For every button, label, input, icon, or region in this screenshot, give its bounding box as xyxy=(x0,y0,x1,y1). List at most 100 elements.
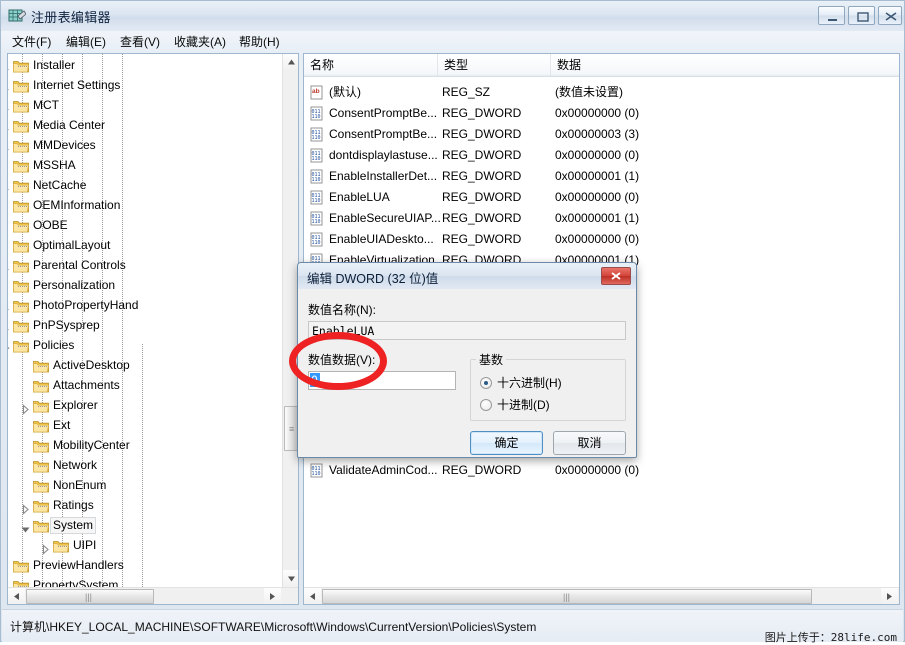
minimize-button[interactable] xyxy=(818,6,845,25)
close-button[interactable] xyxy=(878,6,902,25)
value-data-input[interactable] xyxy=(308,371,456,390)
value-name-cell: ConsentPromptBe... xyxy=(329,103,437,124)
dialog-title: 编辑 DWORD (32 位)值 xyxy=(307,268,438,287)
tree-guide-line xyxy=(18,286,28,287)
scroll-up-arrow[interactable] xyxy=(283,54,299,71)
tree-item-system[interactable]: System xyxy=(50,516,96,536)
radio-hexadecimal-label: 十六进制(H) xyxy=(497,375,562,391)
tree-item-ratings[interactable]: Ratings xyxy=(50,496,97,516)
menu-file[interactable]: 文件(F) xyxy=(9,34,54,50)
tree-item-explorer[interactable]: Explorer xyxy=(50,396,101,416)
tree-item-media-center[interactable]: Media Center xyxy=(30,116,108,136)
table-row[interactable]: 011110EnableInstallerDet...REG_DWORD0x00… xyxy=(304,166,899,187)
table-row[interactable]: 011110ConsentPromptBe...REG_DWORD0x00000… xyxy=(304,124,899,145)
tree-item-label: Internet Settings xyxy=(30,77,123,94)
list-hscrollbar-thumb[interactable]: ||| xyxy=(322,589,812,604)
chevron-down-icon[interactable] xyxy=(20,521,31,532)
tree-item-activedesktop[interactable]: ActiveDesktop xyxy=(50,356,133,376)
value-name-label: 数值名称(N): xyxy=(308,301,376,318)
column-header-data[interactable]: 数据 xyxy=(551,54,899,76)
table-row[interactable]: 011110ValidateAdminCod...REG_DWORD0x0000… xyxy=(304,460,899,481)
tree-item-label: MCT xyxy=(30,97,62,114)
radio-dot-icon xyxy=(480,399,492,411)
tree-guide-line xyxy=(38,506,48,507)
tree-item-personalization[interactable]: Personalization xyxy=(30,276,118,296)
tree-hscrollbar-thumb[interactable]: ||| xyxy=(26,589,154,604)
dialog-close-button[interactable] xyxy=(601,267,631,285)
value-data-cell: 0x00000001 (1) xyxy=(555,208,639,229)
tree-item-photopropertyhand[interactable]: PhotoPropertyHand xyxy=(30,296,141,316)
scroll-down-arrow[interactable] xyxy=(283,570,299,587)
table-row[interactable]: 011110dontdisplaylastuse...REG_DWORD0x00… xyxy=(304,145,899,166)
chevron-right-icon[interactable] xyxy=(20,501,31,512)
list-horizontal-scrollbar[interactable]: ||| xyxy=(304,587,899,605)
registry-tree-panel: InstallerInternet Settings MCT Media Cente… xyxy=(7,53,299,605)
tree-item-installer[interactable]: Installer xyxy=(30,56,78,76)
tree-item-parental-controls[interactable]: Parental Controls xyxy=(30,256,129,276)
table-row[interactable]: ab(默认)REG_SZ(数值未设置) xyxy=(304,82,899,103)
column-header-type[interactable]: 类型 xyxy=(438,54,551,76)
scroll-left-arrow[interactable] xyxy=(8,588,25,605)
tree-item-label: PreviewHandlers xyxy=(30,557,127,574)
tree-item-pnpsysprep[interactable]: PnPSysprep xyxy=(30,316,103,336)
tree-item-oobe[interactable]: OOBE xyxy=(30,216,71,236)
ok-button[interactable]: 确定 xyxy=(470,431,543,455)
scroll-right-arrow[interactable] xyxy=(264,588,281,605)
tree-guide-line xyxy=(18,346,28,347)
menu-edit[interactable]: 编辑(E) xyxy=(63,34,109,50)
menu-favorites[interactable]: 收藏夹(A) xyxy=(171,34,229,50)
tree-horizontal-scrollbar[interactable]: ||| xyxy=(8,587,299,605)
cancel-button[interactable]: 取消 xyxy=(553,431,626,455)
tree-item-internet-settings[interactable]: Internet Settings xyxy=(30,76,123,96)
tree-item-policies[interactable]: Policies xyxy=(30,336,77,356)
table-row[interactable]: 011110EnableUIADeskto...REG_DWORD0x00000… xyxy=(304,229,899,250)
tree-item-oeminformation[interactable]: OEMInformation xyxy=(30,196,123,216)
tree-item-netcache[interactable]: NetCache xyxy=(30,176,89,196)
chevron-right-icon[interactable] xyxy=(8,321,11,332)
scroll-right-arrow[interactable] xyxy=(881,588,898,605)
tree-guide-line xyxy=(18,126,28,127)
value-name-input[interactable]: EnableLUA xyxy=(308,321,626,340)
chevron-down-icon[interactable] xyxy=(8,341,11,352)
dword-value-icon: 011110 xyxy=(310,211,325,226)
column-header-name[interactable]: 名称 xyxy=(304,54,438,76)
maximize-button[interactable] xyxy=(848,6,875,25)
tree-guide-line xyxy=(38,426,48,427)
tree-item-mmdevices[interactable]: MMDevices xyxy=(30,136,99,156)
chevron-right-icon[interactable] xyxy=(8,181,11,192)
chevron-right-icon[interactable] xyxy=(40,541,51,552)
tree-item-attachments[interactable]: Attachments xyxy=(50,376,123,396)
tree-item-mssha[interactable]: MSSHA xyxy=(30,156,79,176)
tree-item-previewhandlers[interactable]: PreviewHandlers xyxy=(30,556,127,576)
chevron-right-icon[interactable] xyxy=(8,301,11,312)
tree-item-network[interactable]: Network xyxy=(50,456,100,476)
tree-item-uipi[interactable]: UIPI xyxy=(70,536,99,556)
tree-item-ext[interactable]: Ext xyxy=(50,416,73,436)
menu-help[interactable]: 帮助(H) xyxy=(236,34,283,50)
chevron-right-icon[interactable] xyxy=(8,81,11,92)
tree-item-propertysystem[interactable]: PropertySystem xyxy=(30,576,121,587)
tree-item-nonenum[interactable]: NonEnum xyxy=(50,476,109,496)
tree-item-mct[interactable]: MCT xyxy=(30,96,62,116)
chevron-right-icon[interactable] xyxy=(8,141,11,152)
chevron-right-icon[interactable] xyxy=(8,261,11,272)
scroll-left-arrow[interactable] xyxy=(304,588,321,605)
table-row[interactable]: 011110ConsentPromptBe...REG_DWORD0x00000… xyxy=(304,103,899,124)
table-row[interactable]: 011110EnableLUAREG_DWORD0x00000000 (0) xyxy=(304,187,899,208)
table-row[interactable]: 011110EnableSecureUIAP...REG_DWORD0x0000… xyxy=(304,208,899,229)
tree-guide-line xyxy=(38,446,48,447)
tree-item-label: Ratings xyxy=(50,497,97,514)
chevron-right-icon[interactable] xyxy=(8,101,11,112)
dword-value-icon: 011110 xyxy=(310,169,325,184)
registry-tree[interactable]: InstallerInternet Settings MCT Media Cente… xyxy=(8,54,282,587)
chevron-right-icon[interactable] xyxy=(8,61,11,72)
tree-guide-line xyxy=(38,366,48,367)
dialog-title-bar: 编辑 DWORD (32 位)值 xyxy=(298,263,636,289)
menu-view[interactable]: 查看(V) xyxy=(117,34,163,50)
chevron-right-icon[interactable] xyxy=(8,121,11,132)
chevron-right-icon[interactable] xyxy=(20,401,31,412)
tree-item-mobilitycenter[interactable]: MobilityCenter xyxy=(50,436,133,456)
dword-value-icon: 011110 xyxy=(310,463,325,478)
tree-item-label: OEMInformation xyxy=(30,197,123,214)
tree-item-optimallayout[interactable]: OptimalLayout xyxy=(30,236,113,256)
